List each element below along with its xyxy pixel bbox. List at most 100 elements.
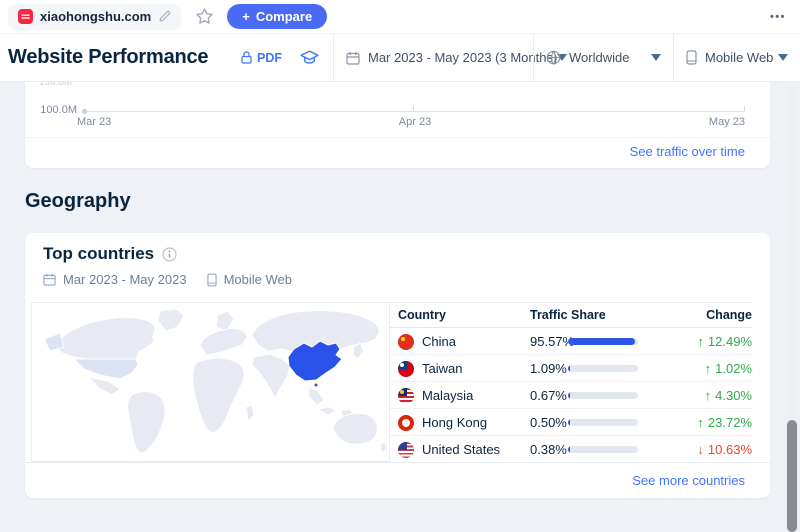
header-bar: Website Performance PDF Mar 2023 - May 2… (0, 34, 800, 82)
pdf-export-button[interactable]: PDF (241, 51, 282, 65)
learn-graduation-cap-icon[interactable] (300, 50, 319, 65)
map-indonesia (318, 407, 336, 415)
change-arrow-icon: ↑ (697, 415, 704, 430)
table-row[interactable]: Taiwan 1.09% ↑1.02% (390, 355, 752, 382)
traffic-share-value: 1.09% (530, 361, 567, 376)
scrollbar-track[interactable] (786, 82, 798, 532)
country-name: Taiwan (422, 361, 462, 376)
traffic-share-bar (568, 365, 638, 372)
device-value: Mobile Web (705, 50, 773, 65)
change-arrow-icon: ↑ (697, 334, 704, 349)
map-africa (193, 358, 244, 432)
calendar-icon (346, 51, 360, 65)
country-name: United States (422, 442, 500, 457)
edit-icon[interactable] (158, 10, 171, 23)
country-flag-icon (398, 388, 414, 404)
map-madagascar (246, 405, 254, 421)
info-icon[interactable] (162, 247, 177, 262)
page-title: Website Performance (8, 46, 208, 69)
table-row[interactable]: Hong Kong 0.50% ↑23.72% (390, 409, 752, 436)
country-cell: China (398, 328, 456, 355)
card-date-range: Mar 2023 - May 2023 (63, 272, 187, 287)
pdf-label: PDF (257, 51, 282, 65)
see-traffic-over-time-link[interactable]: See traffic over time (630, 144, 745, 159)
site-favicon (18, 9, 33, 24)
traffic-share-value: 0.67% (530, 388, 567, 403)
calendar-icon (43, 273, 56, 286)
country-flag-icon (398, 334, 414, 350)
change-value: ↑4.30% (705, 388, 752, 403)
change-percent: 4.30% (715, 388, 752, 403)
country-flag-icon (398, 442, 414, 458)
country-name: China (422, 334, 456, 349)
favorite-star-icon[interactable] (194, 6, 215, 27)
topbar: xiaohongshu.com + Compare ••• (0, 0, 800, 34)
map-united-states (74, 359, 138, 379)
change-value: ↑23.72% (697, 415, 752, 430)
world-map[interactable] (31, 302, 390, 462)
change-value: ↓ 10.63% (697, 442, 752, 457)
change-arrow-icon: ↓ (697, 442, 704, 457)
geography-section-title: Geography (25, 190, 131, 213)
map-greenland (158, 309, 184, 331)
mobile-icon (207, 273, 217, 287)
table-row[interactable]: Malaysia 0.67% ↑4.30% (390, 382, 752, 409)
change-value: ↑1.02% (705, 361, 752, 376)
change-arrow-icon: ↑ (705, 388, 712, 403)
mobile-icon (686, 50, 697, 65)
filter-bar: Mar 2023 - May 2023 (3 Months) Worldwide… (333, 34, 800, 81)
country-cell: Malaysia (398, 382, 473, 409)
change-percent: 10.63% (708, 442, 752, 457)
change-percent: 1.02% (715, 361, 752, 376)
x-tick-label: Mar 23 (77, 116, 111, 128)
traffic-share-value: 0.38% (530, 442, 567, 457)
device-filter[interactable]: Mobile Web (673, 34, 800, 81)
compare-label: Compare (256, 9, 312, 24)
country-cell: United States (398, 436, 500, 463)
region-filter[interactable]: Worldwide (533, 34, 673, 81)
column-header-change[interactable]: Change (706, 308, 752, 322)
x-tick-label: May 23 (709, 116, 745, 128)
compare-button[interactable]: + Compare (227, 4, 327, 29)
y-axis-label: 100.0M (25, 104, 77, 116)
domain-selector[interactable]: xiaohongshu.com (8, 4, 181, 30)
chevron-down-icon (778, 54, 788, 61)
traffic-share-bar-fill (568, 338, 635, 345)
traffic-share-bar (568, 392, 638, 399)
more-menu-icon[interactable]: ••• (770, 11, 786, 23)
table-row[interactable]: United States 0.38% ↓ 10.63% (390, 436, 752, 463)
map-middle-east-india (252, 354, 290, 398)
axis-tick (744, 106, 745, 111)
top-countries-card: Top countries Mar 2023 - May 2023 Mobile… (25, 233, 770, 498)
map-alaska (44, 333, 64, 351)
traffic-share-value: 0.50% (530, 415, 567, 430)
plus-icon: + (242, 9, 250, 24)
country-cell: Taiwan (398, 355, 462, 382)
change-value: ↑12.49% (697, 334, 752, 349)
date-range-filter[interactable]: Mar 2023 - May 2023 (3 Months) (333, 34, 533, 81)
country-flag-icon (398, 361, 414, 377)
traffic-share-bar-fill (568, 392, 570, 399)
see-more-countries-link[interactable]: See more countries (632, 473, 745, 488)
traffic-share-bar (568, 338, 638, 345)
divider (25, 137, 770, 138)
chevron-down-icon (651, 54, 661, 61)
map-australia (333, 413, 377, 444)
column-header-traffic-share[interactable]: Traffic Share (530, 308, 606, 322)
country-cell: Hong Kong (398, 409, 487, 436)
map-europe (200, 328, 247, 355)
card-title: Top countries (43, 244, 154, 264)
country-name: Hong Kong (422, 415, 487, 430)
card-device: Mobile Web (224, 272, 292, 287)
table-row[interactable]: China 95.57% ↑12.49% (390, 328, 752, 355)
country-name: Malaysia (422, 388, 473, 403)
axis-tick (413, 106, 414, 111)
date-range-value: Mar 2023 - May 2023 (3 Months) (368, 50, 557, 65)
map-north-america (56, 317, 155, 363)
traffic-share-bar-fill (568, 446, 570, 453)
column-header-country[interactable]: Country (398, 308, 446, 322)
scrollbar-thumb[interactable] (787, 420, 797, 532)
map-southeast-asia (308, 387, 324, 405)
traffic-share-bar (568, 419, 638, 426)
map-japan (353, 343, 364, 359)
